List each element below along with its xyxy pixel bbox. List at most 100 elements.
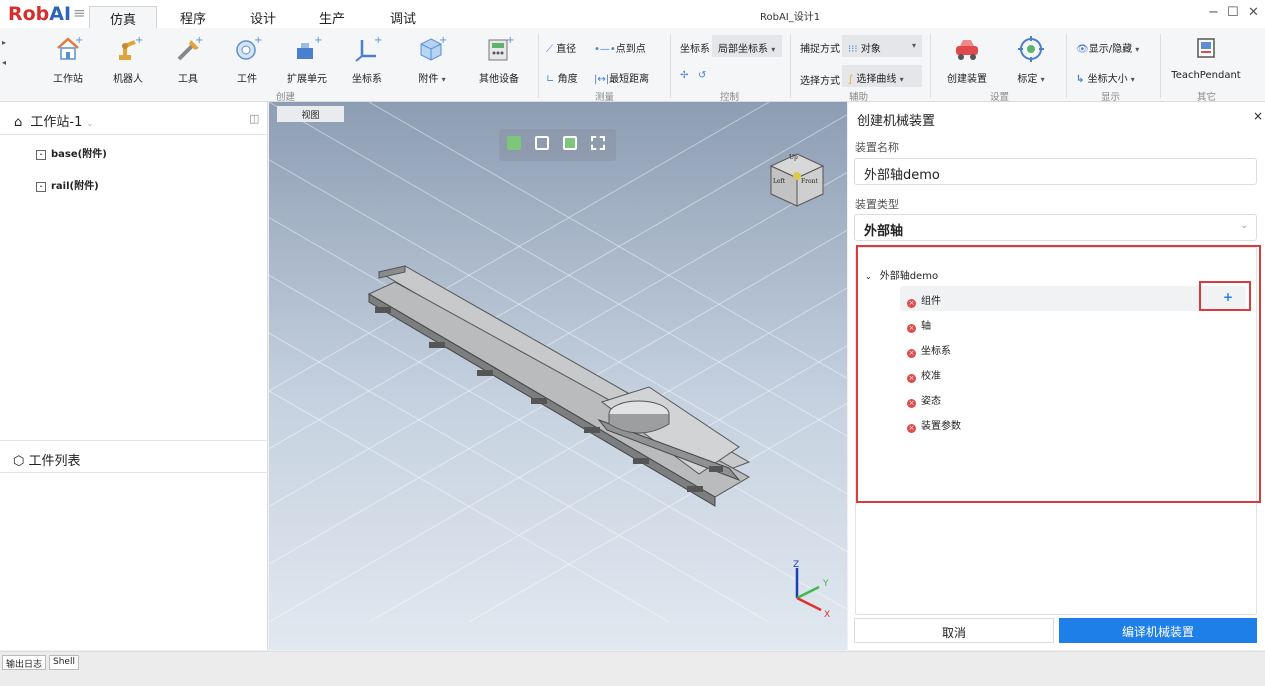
viewport-scene: [269, 102, 847, 623]
device-name-input[interactable]: 外部轴demo: [854, 158, 1257, 185]
rotate-icon[interactable]: ↺: [698, 70, 706, 81]
rail-model: [367, 265, 751, 507]
device-type-select[interactable]: 外部轴 ⌄: [854, 214, 1257, 241]
point-to-point-icon: •—•: [594, 44, 616, 55]
teach-pendant-button[interactable]: TeachPendant: [1166, 34, 1246, 81]
select-mode-label: 选择方式: [800, 76, 840, 87]
svg-text:+: +: [439, 35, 447, 46]
group-assist-label: 辅助: [849, 92, 869, 103]
view-cube[interactable]: Up Left Front: [769, 152, 825, 208]
move-icon[interactable]: ✢: [680, 70, 688, 81]
bottom-bar: 输出日志 Shell: [0, 651, 1265, 686]
capture-mode-dropdown[interactable]: ⁝⁝⁝ 对象 ▾: [842, 35, 922, 57]
svg-text:+: +: [374, 35, 382, 46]
workpiece-button[interactable]: + 工件: [224, 34, 270, 85]
attachment-icon: +: [417, 34, 447, 64]
compile-device-button[interactable]: 编译机械装置: [1059, 618, 1257, 643]
svg-text:+: +: [314, 35, 322, 46]
expand-box-icon: ·: [36, 150, 46, 160]
view-fit-icon[interactable]: [591, 136, 605, 150]
station-tree-panel: ⌂ 工作站-1 ⌄ ◫ · base(附件) · rail(附件) ⬡ 工件列表: [0, 102, 268, 650]
window-title: RobAI_设计1: [760, 12, 821, 23]
other-devices-icon: +: [484, 34, 514, 64]
minimize-button[interactable]: −: [1208, 5, 1219, 20]
angle-button[interactable]: ∟ 角度: [546, 70, 578, 85]
extension-unit-icon: +: [292, 34, 322, 64]
group-display-label: 显示: [1101, 92, 1121, 103]
calibrate-button[interactable]: 标定 ▾: [1006, 34, 1056, 85]
panel-title: 创建机械装置: [857, 114, 936, 129]
workpiece-list-header[interactable]: ⬡ 工件列表: [13, 450, 81, 469]
panel-toggle-icon[interactable]: ◫: [249, 112, 259, 125]
workstation-icon: +: [53, 34, 83, 64]
tool-icon: +: [173, 34, 203, 64]
create-device-button[interactable]: 创建装置: [942, 34, 992, 85]
svg-text:+: +: [506, 35, 514, 46]
coordinate-system-icon: +: [352, 34, 382, 64]
device-type-label: 装置类型: [855, 198, 899, 211]
tool-button[interactable]: + 工具: [165, 34, 211, 85]
grid-icon: ⁝⁝⁝: [848, 44, 858, 55]
tab-debug[interactable]: 调试: [380, 8, 426, 28]
station-header[interactable]: ⌂ 工作站-1 ⌄: [14, 111, 93, 130]
other-devices-button[interactable]: + 其他设备: [470, 34, 528, 85]
axis-z-label: Z: [793, 560, 800, 570]
diameter-button[interactable]: ⟋ 直径: [546, 40, 576, 55]
coord-system-label: 坐标系: [680, 44, 710, 55]
extension-unit-button[interactable]: + 扩展单元: [284, 34, 330, 85]
axis-x-label: X: [824, 610, 831, 620]
angle-icon: ∟: [546, 74, 555, 85]
group-settings-label: 设置: [990, 92, 1010, 103]
curve-icon: ∫: [848, 74, 854, 85]
show-hide-button[interactable]: 👁显示/隐藏 ▾: [1076, 40, 1139, 55]
3d-viewport[interactable]: 视图 Up Left Front Z Y X: [269, 102, 847, 650]
view-toolbar: [499, 129, 616, 161]
group-other-label: 其它: [1197, 92, 1217, 103]
tab-production[interactable]: 生产: [309, 8, 355, 28]
close-window-button[interactable]: ✕: [1248, 5, 1259, 20]
svg-text:+: +: [75, 35, 83, 46]
axis-icon: ↳: [1076, 74, 1085, 85]
tab-simulation[interactable]: 仿真: [89, 6, 157, 28]
axis-gizmo: [795, 568, 822, 612]
workpiece-icon: +: [232, 34, 262, 64]
diameter-icon: ⟋: [546, 44, 553, 55]
app-logo: RobAI: [8, 3, 72, 25]
maximize-button[interactable]: ☐: [1227, 5, 1239, 20]
create-device-icon: [952, 34, 982, 64]
teach-pendant-icon: [1191, 34, 1221, 64]
tab-program[interactable]: 程序: [170, 8, 216, 28]
coord-system-dropdown[interactable]: 局部坐标系 ▾: [712, 35, 782, 57]
capture-mode-label: 捕捉方式: [800, 44, 840, 55]
shortest-distance-icon: |↔|: [594, 74, 610, 85]
point-to-point-button[interactable]: •—•点到点: [594, 40, 646, 55]
create-device-panel: 创建机械装置 × 装置名称 外部轴demo 装置类型 外部轴 ⌄ ⌄ 外部轴demo…: [848, 102, 1265, 650]
shortest-distance-button[interactable]: |↔|最短距离: [594, 70, 649, 85]
output-log-tab[interactable]: 输出日志: [2, 655, 47, 670]
svg-text:+: +: [135, 35, 143, 46]
tree-item-base[interactable]: · base(附件): [36, 145, 107, 160]
title-bar: RobAI ≡ 仿真 程序 设计 生产 调试 RobAI_设计1 − ☐ ✕: [0, 0, 1265, 28]
coordinate-system-button[interactable]: + 坐标系: [344, 34, 390, 85]
panel-close-button[interactable]: ×: [1253, 109, 1263, 123]
eye-icon: 👁: [1076, 44, 1089, 55]
tree-item-rail[interactable]: · rail(附件): [36, 177, 99, 192]
group-create-label: 创建: [276, 92, 296, 103]
svg-text:+: +: [254, 35, 262, 46]
coord-size-button[interactable]: ↳ 坐标大小 ▾: [1076, 70, 1135, 85]
home-icon: ⌂: [14, 115, 23, 130]
attachment-button[interactable]: + 附件 ▾: [404, 34, 460, 85]
view-front-icon[interactable]: [535, 136, 549, 150]
cancel-button[interactable]: 取消: [854, 618, 1054, 643]
workstation-button[interactable]: + 工作站: [45, 34, 91, 85]
tab-design[interactable]: 设计: [240, 8, 286, 28]
shell-tab[interactable]: Shell: [49, 655, 79, 670]
group-control-label: 控制: [720, 92, 740, 103]
hamburger-menu-icon[interactable]: ≡: [73, 4, 86, 22]
view-iso-icon[interactable]: [507, 136, 521, 150]
view-tab[interactable]: 视图: [277, 106, 344, 122]
view-side-icon[interactable]: [563, 136, 577, 150]
calibrate-icon: [1016, 34, 1046, 64]
robot-button[interactable]: + 机器人: [105, 34, 151, 85]
select-mode-dropdown[interactable]: ∫ 选择曲线 ▾: [842, 65, 922, 87]
